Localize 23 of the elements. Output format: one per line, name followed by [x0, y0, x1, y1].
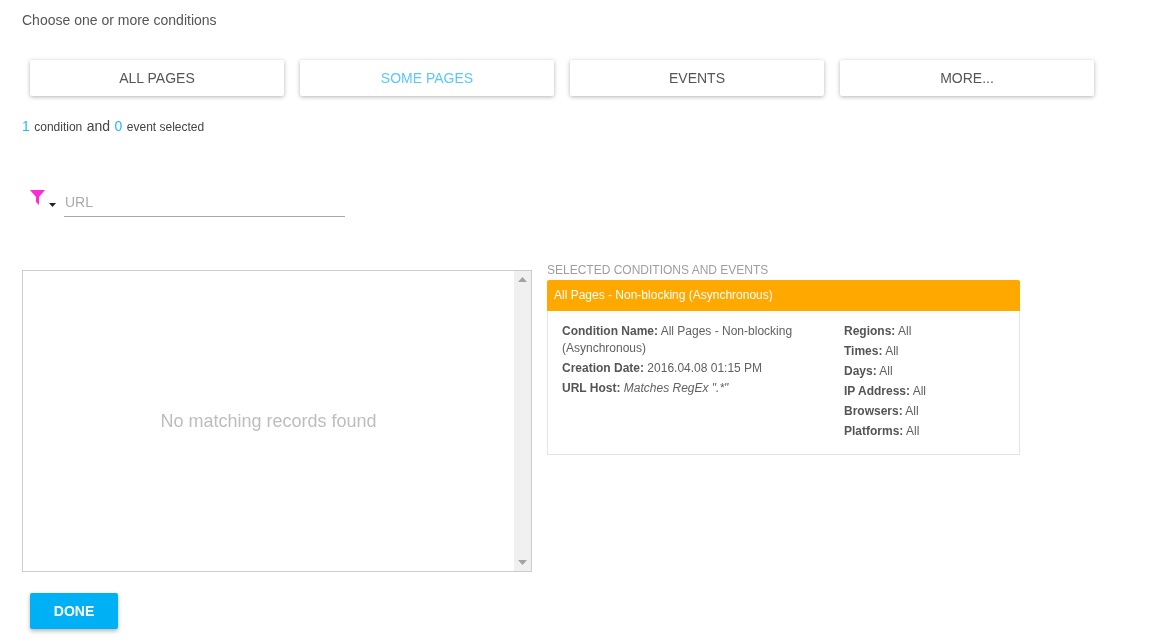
condition-type-button[interactable]: MORE... [840, 60, 1094, 96]
condition-detail: Creation Date: 2016.04.08 01:15 PM [562, 360, 764, 377]
url-field[interactable]: URL [64, 186, 345, 217]
condition-type-button[interactable]: ALL PAGES [30, 60, 284, 96]
condition-filter: IP Address: All [844, 383, 928, 400]
caret-icon [49, 203, 56, 207]
condition-filter: Times: All [844, 343, 900, 360]
scrollbar[interactable] [514, 271, 531, 571]
empty-message: No matching records found [160, 409, 377, 433]
condition-filter: Browsers: All [844, 403, 920, 420]
funnel-icon [30, 190, 45, 205]
condition-filter: Days: All [844, 363, 894, 380]
scroll-down-icon[interactable] [518, 560, 527, 565]
condition-detail: Condition Name: All Pages - Non-blocking (Asynchronous) [562, 323, 794, 357]
condition-detail: URL Host: Matches RegEx ".*" [562, 380, 730, 397]
condition-card-header: All Pages - Non-blocking (Asynchronous) [547, 280, 1020, 311]
selection-summary: 1 condition and 0 event selected [22, 117, 205, 136]
condition-filter: Platforms: All [844, 423, 921, 440]
condition-type-button[interactable]: EVENTS [570, 60, 824, 96]
page-heading: Choose one or more conditions [22, 11, 217, 29]
section-label: SELECTED CONDITIONS AND EVENTS [547, 263, 770, 277]
condition-filter: Regions: All [844, 323, 913, 340]
scroll-up-icon[interactable] [518, 277, 527, 282]
